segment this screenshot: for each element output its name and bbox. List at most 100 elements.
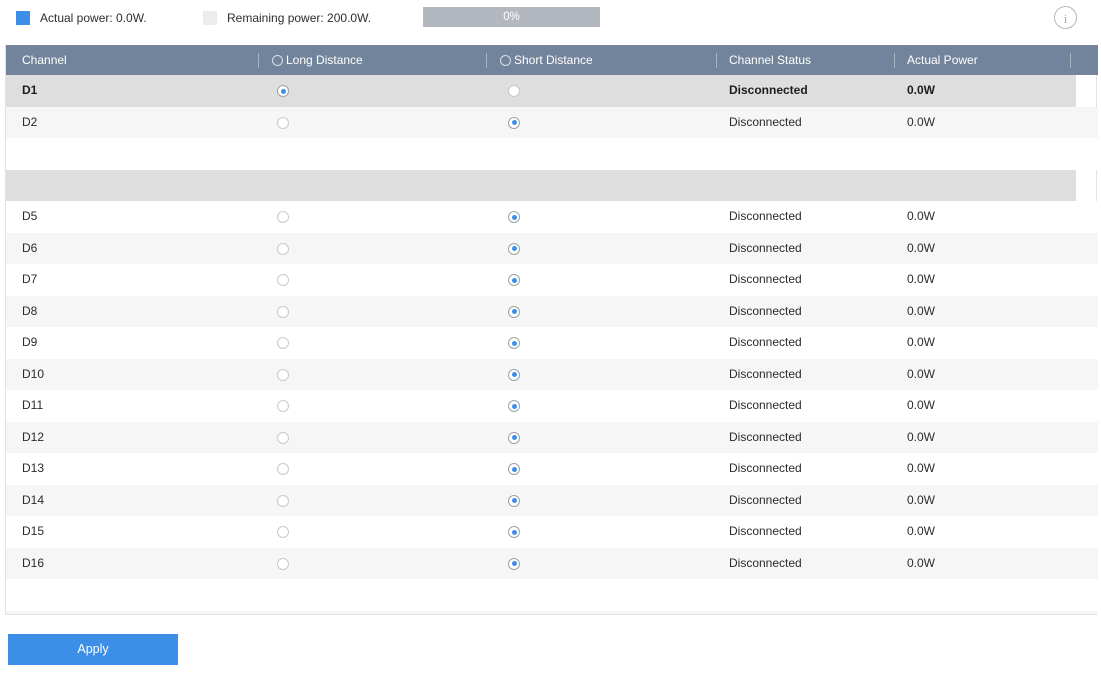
radio-short-distance[interactable] <box>508 558 520 570</box>
cell-actual-power: 0.0W <box>907 233 935 265</box>
table-row[interactable] <box>6 170 1076 202</box>
info-icon[interactable]: i <box>1054 6 1077 29</box>
radio-long-distance[interactable] <box>277 211 289 223</box>
cell-channel-status: Disconnected <box>729 201 802 233</box>
table-row[interactable]: D12 Disconnected 0.0W <box>6 422 1098 454</box>
column-header-actual-power: Actual Power <box>907 45 978 75</box>
cell-channel-status: Disconnected <box>729 453 802 485</box>
table-row[interactable]: D11Disconnected0.0W <box>6 390 1098 422</box>
cell-actual-power: 0.0W <box>907 422 935 454</box>
radio-long-distance[interactable] <box>277 463 289 475</box>
radio-short-distance[interactable] <box>508 463 520 475</box>
apply-button[interactable]: Apply <box>8 634 178 665</box>
cell-channel-status: Disconnected <box>729 107 802 139</box>
header-separator-4 <box>894 53 895 68</box>
radio-short-distance[interactable] <box>508 369 520 381</box>
table-row[interactable]: D5 Disconnected 0.0W <box>6 201 1098 233</box>
table-row[interactable]: D9Disconnected0.0W <box>6 327 1098 359</box>
cell-actual-power: 0.0W <box>907 107 935 139</box>
radio-short-distance[interactable] <box>508 432 520 444</box>
cell-actual-power: 0.0W <box>907 201 935 233</box>
table-header-row: Channel Long Distance Short Distance Cha… <box>6 45 1098 75</box>
radio-long-distance[interactable] <box>277 558 289 570</box>
cell-channel: D6 <box>22 233 37 265</box>
channel-power-table: Channel Long Distance Short Distance Cha… <box>5 45 1097 615</box>
column-header-short-distance[interactable]: Short Distance <box>500 45 593 75</box>
radio-long-distance[interactable] <box>277 85 289 97</box>
select-all-short-distance-radio[interactable] <box>500 55 511 66</box>
power-usage-progressbar: 0% <box>423 7 600 27</box>
cell-channel: D12 <box>22 422 44 454</box>
column-header-long-distance[interactable]: Long Distance <box>272 45 363 75</box>
radio-long-distance[interactable] <box>277 243 289 255</box>
cell-channel-status: Disconnected <box>729 75 808 107</box>
radio-long-distance[interactable] <box>277 337 289 349</box>
radio-long-distance[interactable] <box>277 495 289 507</box>
table-row[interactable]: D13 Disconnected 0.0W <box>6 453 1098 485</box>
column-header-channel: Channel <box>22 45 67 75</box>
select-all-long-distance-radio[interactable] <box>272 55 283 66</box>
cell-channel: D1 <box>22 75 37 107</box>
header-separator-5 <box>1070 53 1071 68</box>
radio-long-distance[interactable] <box>277 274 289 286</box>
table-row[interactable] <box>6 611 1098 615</box>
cell-channel: D2 <box>22 107 37 139</box>
table-row[interactable]: D10Disconnected0.0W <box>6 359 1098 391</box>
cell-actual-power: 0.0W <box>907 264 935 296</box>
radio-long-distance[interactable] <box>277 117 289 129</box>
radio-short-distance[interactable] <box>508 337 520 349</box>
radio-short-distance[interactable] <box>508 211 520 223</box>
table-row[interactable]: D16 Disconnected 0.0W <box>6 548 1098 580</box>
cell-channel: D11 <box>22 390 43 422</box>
cell-actual-power: 0.0W <box>907 453 935 485</box>
table-row[interactable]: D2 Disconnected 0.0W <box>6 107 1098 139</box>
cell-channel-status: Disconnected <box>729 233 802 265</box>
radio-short-distance[interactable] <box>508 495 520 507</box>
cell-channel-status: Disconnected <box>729 390 802 422</box>
table-row[interactable]: D15Disconnected0.0W <box>6 516 1098 548</box>
radio-short-distance[interactable] <box>508 274 520 286</box>
cell-channel: D13 <box>22 453 44 485</box>
actual-power-swatch-icon <box>16 11 30 25</box>
cell-actual-power: 0.0W <box>907 548 935 580</box>
radio-short-distance[interactable] <box>508 526 520 538</box>
cell-channel-status: Disconnected <box>729 516 802 548</box>
cell-channel-status: Disconnected <box>729 422 802 454</box>
radio-short-distance[interactable] <box>508 243 520 255</box>
cell-channel-status: Disconnected <box>729 327 802 359</box>
cell-channel: D8 <box>22 296 37 328</box>
table-row[interactable]: D14Disconnected0.0W <box>6 485 1098 517</box>
radio-long-distance[interactable] <box>277 400 289 412</box>
header-separator-1 <box>258 53 259 68</box>
radio-short-distance[interactable] <box>508 306 520 318</box>
radio-short-distance[interactable] <box>508 400 520 412</box>
column-header-long-distance-label: Long Distance <box>286 45 363 75</box>
table-row[interactable]: D7Disconnected0.0W <box>6 264 1098 296</box>
cell-channel: D5 <box>22 201 37 233</box>
power-usage-percent-label: 0% <box>423 7 600 27</box>
cell-channel: D16 <box>22 548 44 580</box>
cell-channel-status: Disconnected <box>729 296 802 328</box>
cell-actual-power: 0.0W <box>907 296 935 328</box>
radio-long-distance[interactable] <box>277 369 289 381</box>
radio-long-distance[interactable] <box>277 432 289 444</box>
column-header-channel-status: Channel Status <box>729 45 811 75</box>
cell-channel-status: Disconnected <box>729 548 802 580</box>
cell-channel: D15 <box>22 516 44 548</box>
power-legend-bar: Actual power: 0.0W. Remaining power: 200… <box>0 0 1101 40</box>
table-row[interactable]: D8 Disconnected 0.0W <box>6 296 1098 328</box>
cell-actual-power: 0.0W <box>907 327 935 359</box>
cell-actual-power: 0.0W <box>907 485 935 517</box>
radio-long-distance[interactable] <box>277 306 289 318</box>
remaining-power-swatch-icon <box>203 11 217 25</box>
radio-short-distance[interactable] <box>508 85 520 97</box>
column-header-short-distance-label: Short Distance <box>514 45 593 75</box>
cell-channel: D10 <box>22 359 44 391</box>
radio-long-distance[interactable] <box>277 526 289 538</box>
table-row[interactable]: D1Disconnected0.0W <box>6 75 1076 107</box>
table-row[interactable]: D6 Disconnected 0.0W <box>6 233 1098 265</box>
actual-power-label: Actual power: 0.0W. <box>40 11 147 25</box>
radio-short-distance[interactable] <box>508 117 520 129</box>
table-row[interactable] <box>6 579 1098 611</box>
table-row[interactable] <box>6 138 1098 170</box>
